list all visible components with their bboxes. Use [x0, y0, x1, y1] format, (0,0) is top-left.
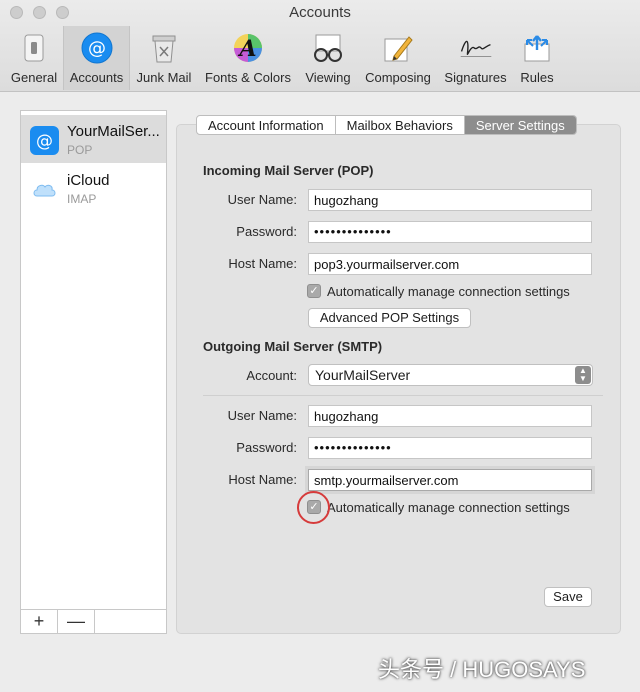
account-name: YourMailSer... [67, 123, 160, 140]
toolbar-label: Rules [520, 70, 554, 85]
outgoing-auto-manage-row: ✓ Automatically manage connection settin… [307, 499, 570, 515]
watermark-text: 头条号 / HUGOSAYS [378, 657, 586, 682]
toolbar-item-composing[interactable]: Composing [360, 26, 436, 90]
incoming-auto-manage-row: ✓ Automatically manage connection settin… [307, 283, 570, 299]
outgoing-auto-manage-label: Automatically manage connection settings [327, 499, 570, 515]
outgoing-account-select[interactable]: YourMailServer ▲ ▼ [308, 364, 593, 386]
at-sign-icon: @ [80, 31, 114, 65]
toolbar-label: Signatures [444, 70, 507, 85]
pencil-icon [381, 31, 415, 65]
at-sign-icon: @ [30, 126, 59, 155]
highlight-circle-annotation [297, 491, 330, 524]
tab-account-information[interactable]: Account Information [197, 116, 336, 134]
account-row-yourmailserver[interactable]: @ YourMailSer... POP [21, 115, 166, 163]
incoming-host-name-label: Host Name: [228, 256, 297, 271]
incoming-auto-manage-checkbox[interactable]: ✓ [307, 284, 321, 298]
svg-text:A: A [237, 36, 256, 62]
settings-tabs: Account Information Mailbox Behaviors Se… [196, 115, 577, 135]
account-type: POP [67, 143, 93, 157]
signature-icon [459, 31, 493, 65]
incoming-password-field[interactable]: •••••••••••••• [308, 221, 592, 243]
incoming-user-name-label: User Name: [227, 192, 297, 207]
toolbar-label: General [10, 70, 58, 85]
toolbar-label: Fonts & Colors [205, 70, 291, 85]
section-divider [203, 395, 603, 396]
font-a-icon: A [231, 31, 265, 65]
outgoing-host-name-field[interactable]: smtp.yourmailserver.com [308, 469, 592, 491]
toolbar-label: Composing [365, 70, 431, 85]
incoming-auto-manage-label: Automatically manage connection settings [327, 283, 570, 299]
advanced-pop-settings-button[interactable]: Advanced POP Settings [308, 308, 471, 328]
tab-server-settings[interactable]: Server Settings [464, 116, 576, 134]
accounts-list: @ YourMailSer... POP iCloud IMAP [20, 110, 167, 610]
window-titlebar: Accounts General @ Accounts Junk Mail A … [0, 0, 640, 92]
toolbar-item-fonts-colors[interactable]: A Fonts & Colors [199, 26, 297, 90]
outgoing-password-label: Password: [236, 440, 297, 455]
save-button[interactable]: Save [544, 587, 592, 607]
window-title: Accounts [289, 4, 351, 21]
incoming-host-name-field[interactable]: pop3.yourmailserver.com [308, 253, 592, 275]
outgoing-account-label: Account: [246, 368, 297, 383]
outgoing-account-value: YourMailServer [315, 367, 411, 383]
outgoing-password-field[interactable]: •••••••••••••• [308, 437, 592, 459]
svg-text:@: @ [36, 132, 53, 152]
toolbar-item-general[interactable]: General [6, 26, 62, 90]
toolbar-item-signatures[interactable]: Signatures [439, 26, 512, 90]
toolbar-item-viewing[interactable]: Viewing [299, 26, 357, 90]
toolbar-item-rules[interactable]: Rules [514, 26, 560, 90]
outgoing-host-name-label: Host Name: [228, 472, 297, 487]
icloud-icon [30, 175, 59, 204]
rules-arrows-icon [520, 31, 554, 65]
svg-text:@: @ [88, 38, 106, 59]
toolbar-label: Junk Mail [136, 70, 192, 85]
trash-bin-icon [147, 31, 181, 65]
toolbar-label: Viewing [305, 70, 351, 85]
accounts-list-footer: + — [20, 610, 167, 634]
add-account-button[interactable]: + [21, 610, 58, 633]
account-row-icloud[interactable]: iCloud IMAP [21, 164, 166, 212]
outgoing-user-name-field[interactable]: hugozhang [308, 405, 592, 427]
updown-arrows-icon: ▲ ▼ [575, 366, 591, 384]
incoming-user-name-field[interactable]: hugozhang [308, 189, 592, 211]
remove-account-button[interactable]: — [58, 610, 95, 633]
outgoing-user-name-label: User Name: [227, 408, 297, 423]
incoming-password-label: Password: [236, 224, 297, 239]
account-name: iCloud [67, 172, 110, 189]
outgoing-section-title: Outgoing Mail Server (SMTP) [203, 339, 383, 354]
eyeglasses-icon [311, 31, 345, 65]
tab-mailbox-behaviors[interactable]: Mailbox Behaviors [336, 116, 465, 134]
account-type: IMAP [67, 192, 97, 206]
toolbar-item-junk-mail[interactable]: Junk Mail [131, 26, 197, 90]
toolbar-item-accounts[interactable]: @ Accounts [63, 26, 130, 90]
toolbar-label: Accounts [69, 70, 124, 85]
general-switch-icon [17, 31, 51, 65]
incoming-section-title: Incoming Mail Server (POP) [203, 163, 374, 178]
